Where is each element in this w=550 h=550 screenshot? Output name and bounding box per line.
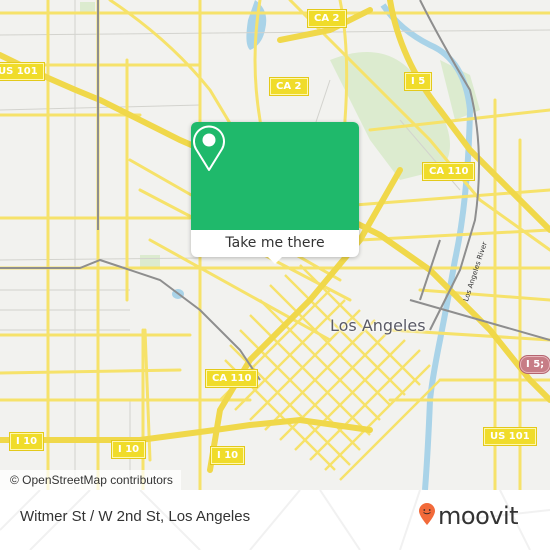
popup-header [191, 122, 359, 230]
shield-ca-110: CA 110 [206, 370, 258, 387]
city-label: Los Angeles [330, 316, 426, 335]
shield-i-10: I 10 [112, 441, 146, 458]
moovit-logo[interactable]: moovit [418, 502, 519, 530]
map-attribution[interactable]: © OpenStreetMap contributors [0, 470, 181, 490]
shield-ca-2: CA 2 [270, 78, 308, 95]
shield-ca-110: CA 110 [423, 163, 475, 180]
shield-i-5: I 5 [405, 73, 432, 90]
shield-i-5-pink: I 5; [520, 356, 550, 373]
shield-us-101: US 101 [0, 63, 44, 80]
popup-tail [267, 256, 283, 264]
shield-us-101: US 101 [484, 428, 536, 445]
footer: Witmer St / W 2nd St, Los Angeles moovit [0, 490, 550, 550]
map[interactable]: US 101 CA 2 CA 2 I 5 CA 110 CA 110 I 5; … [0, 0, 550, 490]
moovit-pin-icon [418, 502, 436, 530]
shield-i-10: I 10 [10, 433, 44, 450]
destination-popup: Take me there [191, 122, 359, 264]
shield-i-10: I 10 [211, 447, 245, 464]
stop-title: Witmer St / W 2nd St, Los Angeles [20, 508, 251, 525]
moovit-wordmark: moovit [438, 502, 519, 530]
shield-ca-2: CA 2 [308, 10, 346, 27]
